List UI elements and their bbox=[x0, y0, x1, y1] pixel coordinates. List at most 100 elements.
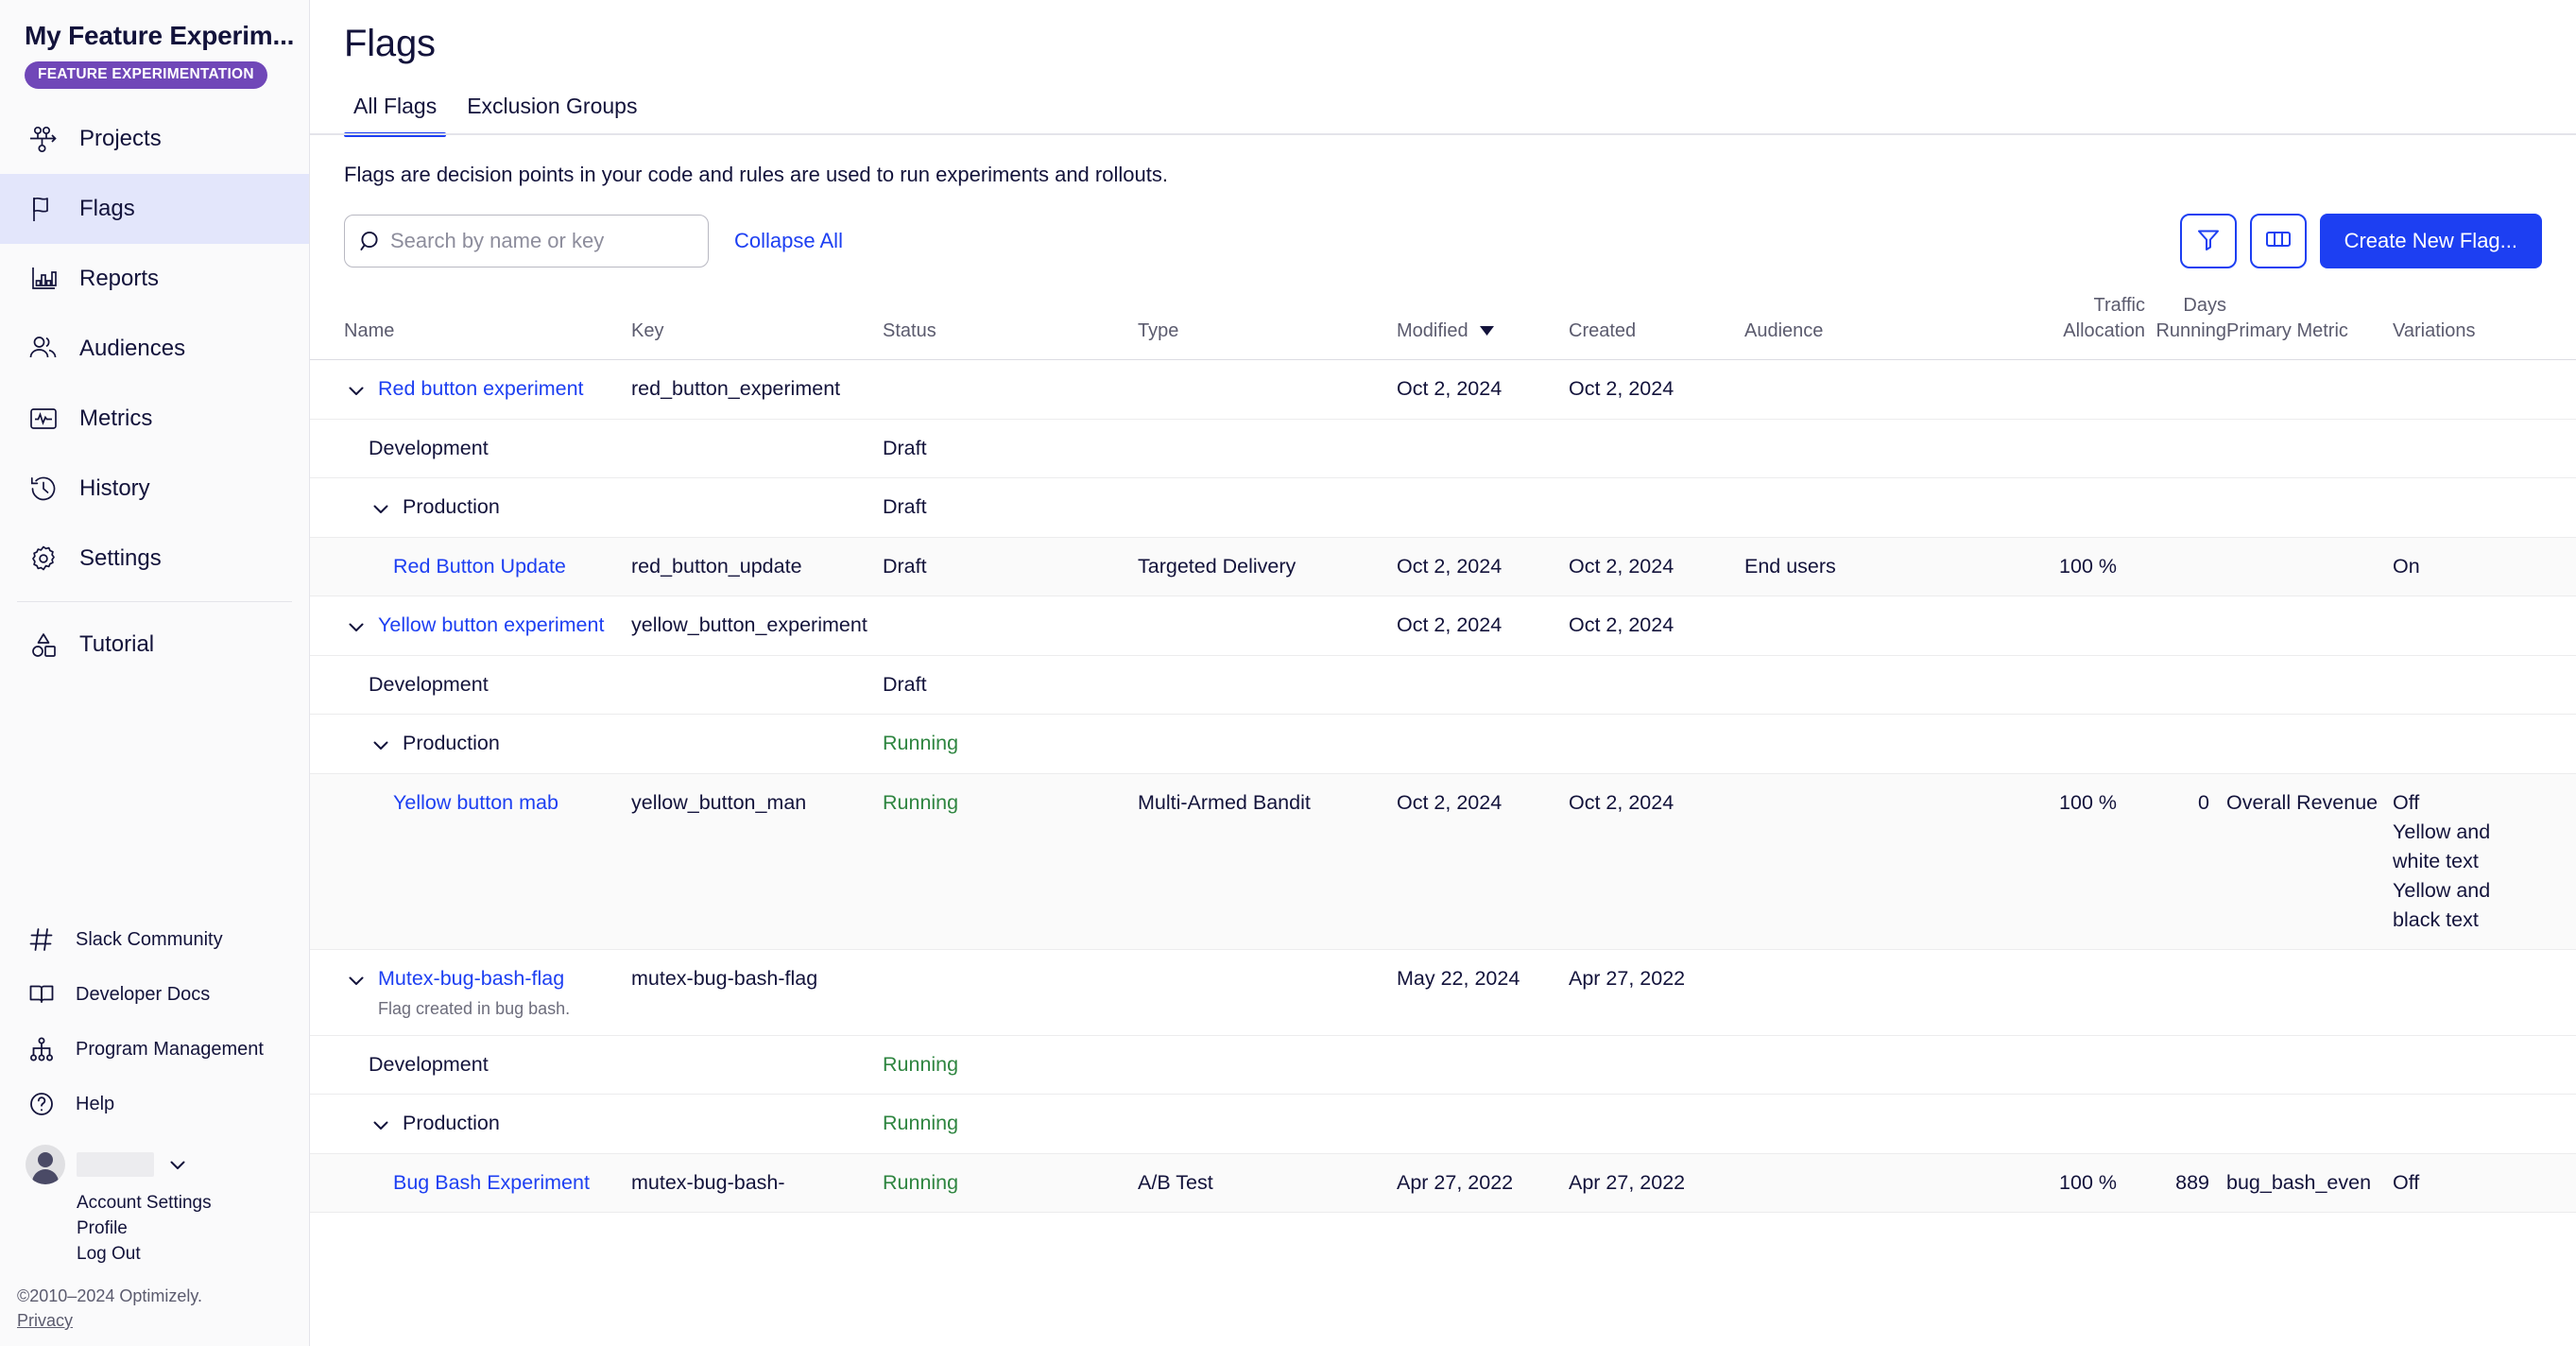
account-row[interactable] bbox=[26, 1145, 310, 1184]
table-row[interactable]: Red button experiment red_button_experime… bbox=[310, 360, 2576, 420]
sidebar-link-label: Help bbox=[76, 1093, 115, 1114]
cell-name: Red button experiment bbox=[344, 360, 631, 419]
flag-name: Production bbox=[403, 732, 500, 754]
sidebar-item-history[interactable]: History bbox=[0, 454, 309, 524]
sidebar-item-label: Settings bbox=[79, 545, 162, 572]
column-header-type[interactable]: Type bbox=[1138, 319, 1397, 352]
status-badge: Running bbox=[883, 1171, 959, 1194]
search-box[interactable] bbox=[344, 215, 709, 267]
table-row[interactable]: Bug Bash Experiment mutex-bug-bash- Runnin… bbox=[310, 1154, 2576, 1213]
table-row[interactable]: Production Running bbox=[310, 1095, 2576, 1154]
flags-table: Name Key Status Type Modified Created Au… bbox=[310, 293, 2576, 1213]
variation-item: Yellow and white text bbox=[2393, 820, 2491, 872]
table-row[interactable]: Mutex-bug-bash-flag Flag created in bug b… bbox=[310, 950, 2576, 1036]
table-row[interactable]: Yellow button experiment yellow_button_ex… bbox=[310, 596, 2576, 656]
columns-button[interactable] bbox=[2249, 214, 2307, 268]
flag-name[interactable]: Bug Bash Experiment bbox=[393, 1171, 590, 1194]
flag-name[interactable]: Red Button Update bbox=[393, 555, 566, 578]
cell-days-running: 0 bbox=[2198, 791, 2209, 814]
flag-name[interactable]: Yellow button experiment bbox=[378, 613, 604, 636]
cell-audience bbox=[1744, 656, 2009, 684]
chevron-down-icon[interactable] bbox=[369, 1111, 393, 1139]
chevron-down-icon[interactable] bbox=[369, 731, 393, 759]
column-header-status[interactable]: Status bbox=[883, 319, 1138, 352]
cell-key: red_button_update bbox=[631, 555, 802, 578]
table-row[interactable]: Yellow button mab yellow_button_man Runnin… bbox=[310, 774, 2576, 950]
chevron-down-icon[interactable] bbox=[344, 966, 369, 994]
cell-modified bbox=[1397, 420, 1569, 448]
cell-status: Running bbox=[883, 1036, 1138, 1094]
cell-type bbox=[1138, 1095, 1397, 1123]
sidebar-link-developer-docs[interactable]: Developer Docs bbox=[0, 967, 310, 1022]
cell-primary-metric bbox=[2226, 656, 2393, 684]
table-row[interactable]: Development Draft bbox=[310, 656, 2576, 715]
brand: My Feature Experim... FEATURE EXPERIMENT… bbox=[0, 0, 309, 90]
sidebar-item-audiences[interactable]: Audiences bbox=[0, 314, 309, 384]
sidebar-item-flags[interactable]: Flags bbox=[0, 174, 309, 245]
column-header-primary-metric[interactable]: Primary Metric bbox=[2226, 319, 2393, 352]
cell-days-running bbox=[2145, 1095, 2226, 1123]
table-row[interactable]: Development Draft bbox=[310, 420, 2576, 478]
column-header-traffic-allocation[interactable]: Traffic Allocation bbox=[2009, 293, 2145, 352]
cell-key bbox=[631, 656, 883, 684]
account-menu-item-settings[interactable]: Account Settings bbox=[77, 1190, 310, 1216]
projects-icon bbox=[26, 121, 61, 157]
sidebar-item-settings[interactable]: Settings bbox=[0, 524, 309, 594]
cell-type: Multi-Armed Bandit bbox=[1138, 791, 1311, 814]
search-input[interactable] bbox=[390, 229, 695, 253]
chevron-down-icon[interactable] bbox=[369, 494, 393, 523]
sidebar: My Feature Experim... FEATURE EXPERIMENT… bbox=[0, 0, 310, 1346]
cell-created: Oct 2, 2024 bbox=[1569, 377, 1674, 400]
cell-key bbox=[631, 1095, 883, 1123]
cell-type: Targeted Delivery bbox=[1138, 555, 1297, 578]
tab-all-flags[interactable]: All Flags bbox=[344, 94, 447, 137]
table-row[interactable]: Red Button Update red_button_update Draft T… bbox=[310, 538, 2576, 596]
column-header-audience[interactable]: Audience bbox=[1744, 319, 2009, 352]
column-header-modified[interactable]: Modified bbox=[1397, 319, 1569, 352]
table-row[interactable]: Production Running bbox=[310, 715, 2576, 774]
sort-descending-icon bbox=[1479, 319, 1495, 344]
sidebar-link-help[interactable]: Help bbox=[0, 1077, 310, 1131]
cell-days-running bbox=[2145, 478, 2226, 507]
flag-name[interactable]: Yellow button mab bbox=[393, 791, 558, 814]
column-header-name[interactable]: Name bbox=[344, 319, 631, 352]
column-header-created[interactable]: Created bbox=[1569, 319, 1744, 352]
collapse-all-button[interactable]: Collapse All bbox=[734, 229, 843, 253]
flag-name[interactable]: Red button experiment bbox=[378, 377, 584, 400]
sidebar-item-reports[interactable]: Reports bbox=[0, 244, 309, 314]
chevron-down-icon[interactable] bbox=[165, 1152, 190, 1177]
table-row[interactable]: Production Draft bbox=[310, 478, 2576, 538]
column-header-key[interactable]: Key bbox=[631, 319, 883, 352]
privacy-link[interactable]: Privacy bbox=[17, 1311, 73, 1330]
table-row[interactable]: Development Running bbox=[310, 1036, 2576, 1095]
column-header-variations[interactable]: Variations bbox=[2393, 319, 2506, 352]
column-header-days-running[interactable]: Days Running bbox=[2145, 293, 2226, 352]
flag-name[interactable]: Mutex-bug-bash-flag bbox=[378, 967, 564, 990]
cell-variations bbox=[2393, 950, 2506, 978]
cell-days-running bbox=[2145, 538, 2226, 566]
sidebar-item-projects[interactable]: Projects bbox=[0, 104, 309, 174]
chevron-down-icon[interactable] bbox=[344, 376, 369, 405]
sidebar-item-label: Audiences bbox=[79, 336, 186, 362]
account-menu-item-profile[interactable]: Profile bbox=[77, 1216, 310, 1241]
sidebar-link-program-management[interactable]: Program Management bbox=[0, 1022, 310, 1077]
filter-button[interactable] bbox=[2179, 214, 2237, 268]
sidebar-item-metrics[interactable]: Metrics bbox=[0, 384, 309, 454]
tab-exclusion-groups[interactable]: Exclusion Groups bbox=[457, 94, 646, 135]
cell-traffic-allocation bbox=[2009, 478, 2145, 507]
cell-name: Development bbox=[344, 1036, 631, 1094]
sidebar-footer: Slack Community Developer Docs Program M… bbox=[0, 912, 310, 1346]
cell-variations: Off Yellow and white text Yellow and black… bbox=[2393, 774, 2506, 949]
cell-modified: Oct 2, 2024 bbox=[1397, 791, 1503, 814]
cell-variations bbox=[2393, 1095, 2506, 1123]
sidebar-item-tutorial[interactable]: Tutorial bbox=[0, 610, 309, 680]
account-menu-item-logout[interactable]: Log Out bbox=[77, 1241, 310, 1267]
cell-status: Draft bbox=[883, 478, 1138, 536]
chevron-down-icon[interactable] bbox=[344, 613, 369, 641]
audiences-icon bbox=[26, 331, 61, 367]
status-badge: Running bbox=[883, 1112, 959, 1134]
days-line1: Days bbox=[2183, 295, 2226, 316]
tab-underline bbox=[310, 133, 2576, 135]
sidebar-link-slack-community[interactable]: Slack Community bbox=[0, 912, 310, 967]
create-new-flag-button[interactable]: Create New Flag... bbox=[2319, 214, 2542, 268]
